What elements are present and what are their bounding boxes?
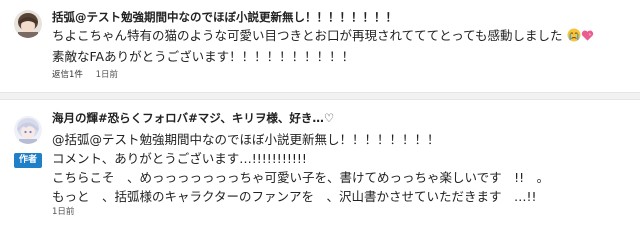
crying-face-icon xyxy=(567,28,581,47)
comment-line: ちよこちゃん特有の猫のような可愛い目つきとお口が再現されてててとっても感動しまし… xyxy=(52,26,594,47)
avatar[interactable] xyxy=(14,10,42,38)
comment-author[interactable]: 海月の輝#恐らくフォロバ#マジ、キリヲ様、好き…♡ xyxy=(52,110,334,126)
comment-line: もっと 、括弧様のキャラクターのファンアを 、沢山書かさせていただきます …!! xyxy=(52,189,537,204)
reply-count-link[interactable]: 返信1件 xyxy=(52,70,83,80)
comment-author[interactable]: 括弧@テスト勉強期間中なのでほぼ小説更新無し！！！！！！！！ xyxy=(52,9,397,25)
comment-line: 素敵なFAありがとうございます！！！！！！！！！！ xyxy=(52,49,355,64)
comment-item: 括弧@テスト勉強期間中なのでほぼ小説更新無し！！！！！！！！ ちよこちゃん特有の… xyxy=(0,0,640,92)
comment-line-text: ちよこちゃん特有の猫のような可愛い目つきとお口が再現されてててとっても感動しまし… xyxy=(52,28,563,43)
comment-meta: 返信1件 1日前 xyxy=(52,68,128,80)
comment-line: @括弧@テスト勉強期間中なのでほぼ小説更新無し！！！！！！！！ xyxy=(52,132,440,147)
comment-line: コメント、ありがとうございます…!!!!!!!!!!! xyxy=(52,151,307,166)
comment-meta: 1日前 xyxy=(52,205,84,217)
heart-icon xyxy=(581,28,594,47)
comment-separator xyxy=(0,92,640,100)
comment-body: @括弧@テスト勉強期間中なのでほぼ小説更新無し！！！！！！！！ コメント、ありが… xyxy=(52,130,549,206)
author-badge: 作者 xyxy=(14,153,42,168)
avatar[interactable] xyxy=(14,116,42,144)
timestamp: 1日前 xyxy=(52,207,75,217)
comment-body: ちよこちゃん特有の猫のような可愛い目つきとお口が再現されてててとっても感動しまし… xyxy=(52,26,594,66)
timestamp: 1日前 xyxy=(95,70,119,80)
comment-line: こちらこそ 、めっっっっっっっちゃ可愛い子を、書けてめっっちゃ楽しいです !! … xyxy=(52,170,550,185)
